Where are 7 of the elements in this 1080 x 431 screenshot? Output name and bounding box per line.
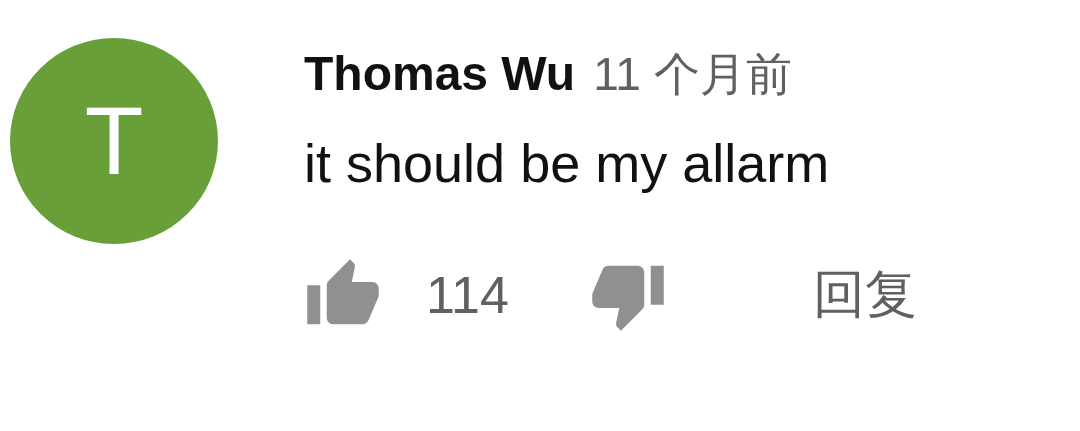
comment-time[interactable]: 11 个月前 xyxy=(593,44,792,106)
comment-text: it should be my allarm xyxy=(304,132,831,194)
avatar[interactable]: T xyxy=(10,38,218,244)
author-name[interactable]: Thomas Wu xyxy=(304,46,576,101)
reply-button[interactable]: 回复 xyxy=(812,260,917,330)
like-count: 114 xyxy=(426,265,509,325)
avatar-letter: T xyxy=(84,93,144,189)
